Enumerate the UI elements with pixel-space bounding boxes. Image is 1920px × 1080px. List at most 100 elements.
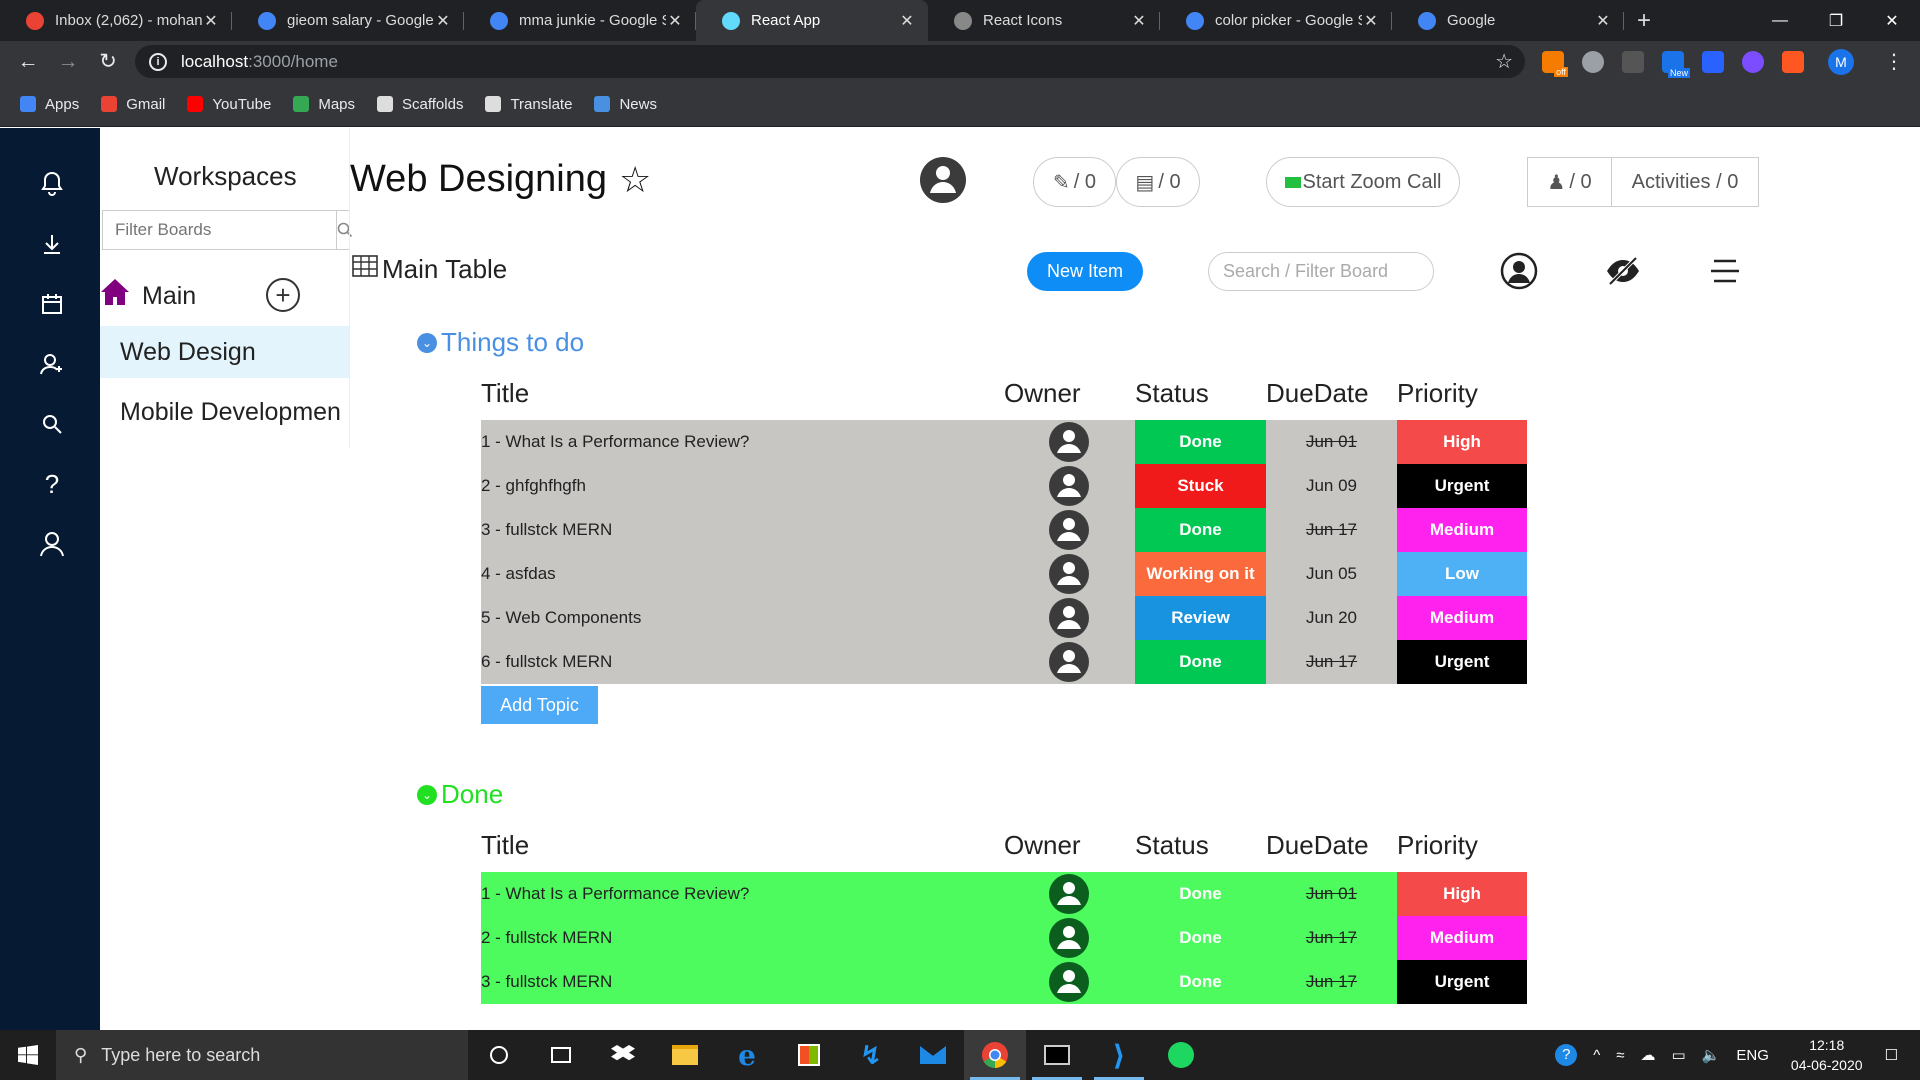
table-row[interactable]: 1 - What Is a Performance Review? Done Jun… [481,420,1527,464]
due-date-cell[interactable]: Jun 05 [1266,552,1397,596]
table-row[interactable]: 2 - ghfghfhgfh Stuck Jun 09 Urgent [481,464,1527,508]
notes-button[interactable]: ▤/ 0 [1116,157,1200,207]
activities-button[interactable]: Activities / 0 [1611,157,1759,207]
due-date-cell[interactable]: Jun 09 [1266,464,1397,508]
filter-search-icon[interactable] [336,211,353,249]
bookmark-gmail[interactable]: Gmail [101,96,165,113]
owner-avatar[interactable] [1048,553,1090,595]
priority-cell[interactable]: High [1397,420,1527,464]
search-icon[interactable] [38,410,66,438]
new-item-button[interactable]: New Item [1027,252,1143,291]
clock[interactable]: 12:18 04-06-2020 [1791,1035,1863,1075]
extension-off-icon[interactable]: off [1542,50,1568,77]
filter-boards-input[interactable] [103,211,336,249]
bookmark-star-icon[interactable]: ☆ [1495,49,1513,74]
close-tab-icon[interactable]: ✕ [1594,11,1612,31]
back-icon[interactable]: ← [8,41,48,82]
add-board-button[interactable]: + [266,278,300,312]
extension-fire-icon[interactable] [1782,50,1804,73]
search-filter-board-input[interactable]: Search / Filter Board [1208,252,1434,291]
extension-circle-icon[interactable] [1582,50,1604,73]
task-view-icon[interactable] [530,1030,592,1080]
help-tray-icon[interactable]: ? [1555,1044,1578,1066]
board-item[interactable]: Mobile Developmen [100,386,350,438]
chrome-taskbar-icon[interactable] [964,1030,1026,1080]
site-info-icon[interactable]: i [149,52,167,71]
status-cell[interactable]: Done [1135,420,1266,464]
row-title[interactable]: 3 - fullstck MERN [481,960,1135,1004]
row-title[interactable]: 5 - Web Components [481,596,1135,640]
priority-cell[interactable]: High [1397,872,1527,916]
priority-cell[interactable]: Urgent [1397,960,1527,1004]
owner-avatar[interactable] [1048,641,1090,683]
group-title[interactable]: ⌄ Done [417,779,503,810]
windows-start-icon[interactable] [0,1030,56,1080]
browser-tab[interactable]: React Icons ✕ [928,0,1160,41]
table-row[interactable]: 3 - fullstck MERN Done Jun 17 Medium [481,508,1527,552]
browser-tab[interactable]: mma junkie - Google S ✕ [464,0,696,41]
main-table-view[interactable]: Main Table [352,254,507,285]
table-row[interactable]: 6 - fullstck MERN Done Jun 17 Urgent [481,640,1527,684]
extension-new-icon[interactable]: New [1662,50,1690,78]
start-zoom-call-button[interactable]: Start Zoom Call [1266,157,1460,207]
owner-avatar[interactable] [1048,917,1090,959]
due-date-cell[interactable]: Jun 17 [1266,508,1397,552]
priority-cell[interactable]: Urgent [1397,640,1527,684]
close-window-icon[interactable]: ✕ [1864,0,1920,41]
new-tab-icon[interactable]: + [1624,0,1664,41]
close-tab-icon[interactable]: ✕ [434,11,452,31]
members-button[interactable]: ♟/ 0 [1527,157,1612,207]
status-cell[interactable]: Done [1135,640,1266,684]
owner-avatar[interactable] [1048,465,1090,507]
add-topic-button[interactable]: Add Topic [481,686,598,724]
priority-cell[interactable]: Medium [1397,596,1527,640]
due-date-cell[interactable]: Jun 17 [1266,640,1397,684]
person-filter-icon[interactable] [1499,251,1539,291]
due-date-cell[interactable]: Jun 01 [1266,420,1397,464]
show-hidden-icons[interactable]: ^ [1593,1047,1600,1064]
minimize-icon[interactable]: — [1752,0,1808,41]
group-title[interactable]: ⌄ Things to do [417,327,584,358]
visual-studio-icon[interactable]: ↯ [840,1030,902,1080]
pins-button[interactable]: ✎/ 0 [1033,157,1116,207]
browser-tab[interactable]: color picker - Google S ✕ [1160,0,1392,41]
notifications-icon[interactable]: ☐ [1885,1046,1898,1064]
taskbar-search[interactable]: ⚲ Type here to search [56,1030,468,1080]
profile-avatar[interactable]: M [1828,48,1854,75]
file-explorer-icon[interactable] [654,1030,716,1080]
browser-tab[interactable]: React App ✕ [696,0,928,41]
row-title[interactable]: 2 - fullstck MERN [481,916,1135,960]
bell-icon[interactable] [38,170,66,198]
battery-icon[interactable]: ▭ [1672,1046,1686,1064]
board-item[interactable]: Web Design [100,326,350,378]
status-cell[interactable]: Done [1135,916,1266,960]
bookmark-news[interactable]: News [594,96,657,113]
terminal-icon[interactable] [1026,1030,1088,1080]
status-cell[interactable]: Working on it [1135,552,1266,596]
table-row[interactable]: 5 - Web Components Review Jun 20 Medium [481,596,1527,640]
edge-icon[interactable]: e [716,1030,778,1080]
table-row[interactable]: 2 - fullstck MERN Done Jun 17 Medium [481,916,1527,960]
table-row[interactable]: 4 - asfdas Working on it Jun 05 Low [481,552,1527,596]
row-title[interactable]: 2 - ghfghfhgfh [481,464,1135,508]
help-icon[interactable]: ? [38,469,66,499]
row-title[interactable]: 4 - asfdas [481,552,1135,596]
status-cell[interactable]: Done [1135,872,1266,916]
vscode-icon[interactable]: ⟩ [1088,1030,1150,1080]
bookmark-scaffolds[interactable]: Scaffolds [377,96,463,113]
owner-avatar[interactable] [1048,961,1090,1003]
browser-menu-icon[interactable]: ⋮ [1884,49,1904,74]
download-icon[interactable] [38,230,66,258]
bookmark-maps[interactable]: Maps [293,96,355,113]
bookmark-youtube[interactable]: YouTube [187,96,271,113]
board-owner-avatar[interactable] [919,156,967,204]
restore-icon[interactable]: ❐ [1808,0,1864,41]
browser-tab[interactable]: Google ✕ [1392,0,1624,41]
extension-shield-icon[interactable] [1702,50,1724,73]
onedrive-icon[interactable]: ☁ [1641,1046,1656,1064]
row-title[interactable]: 1 - What Is a Performance Review? [481,872,1135,916]
priority-cell[interactable]: Urgent [1397,464,1527,508]
cortana-icon[interactable] [468,1030,530,1080]
row-title[interactable]: 6 - fullstck MERN [481,640,1135,684]
table-row[interactable]: 3 - fullstck MERN Done Jun 17 Urgent [481,960,1527,1004]
